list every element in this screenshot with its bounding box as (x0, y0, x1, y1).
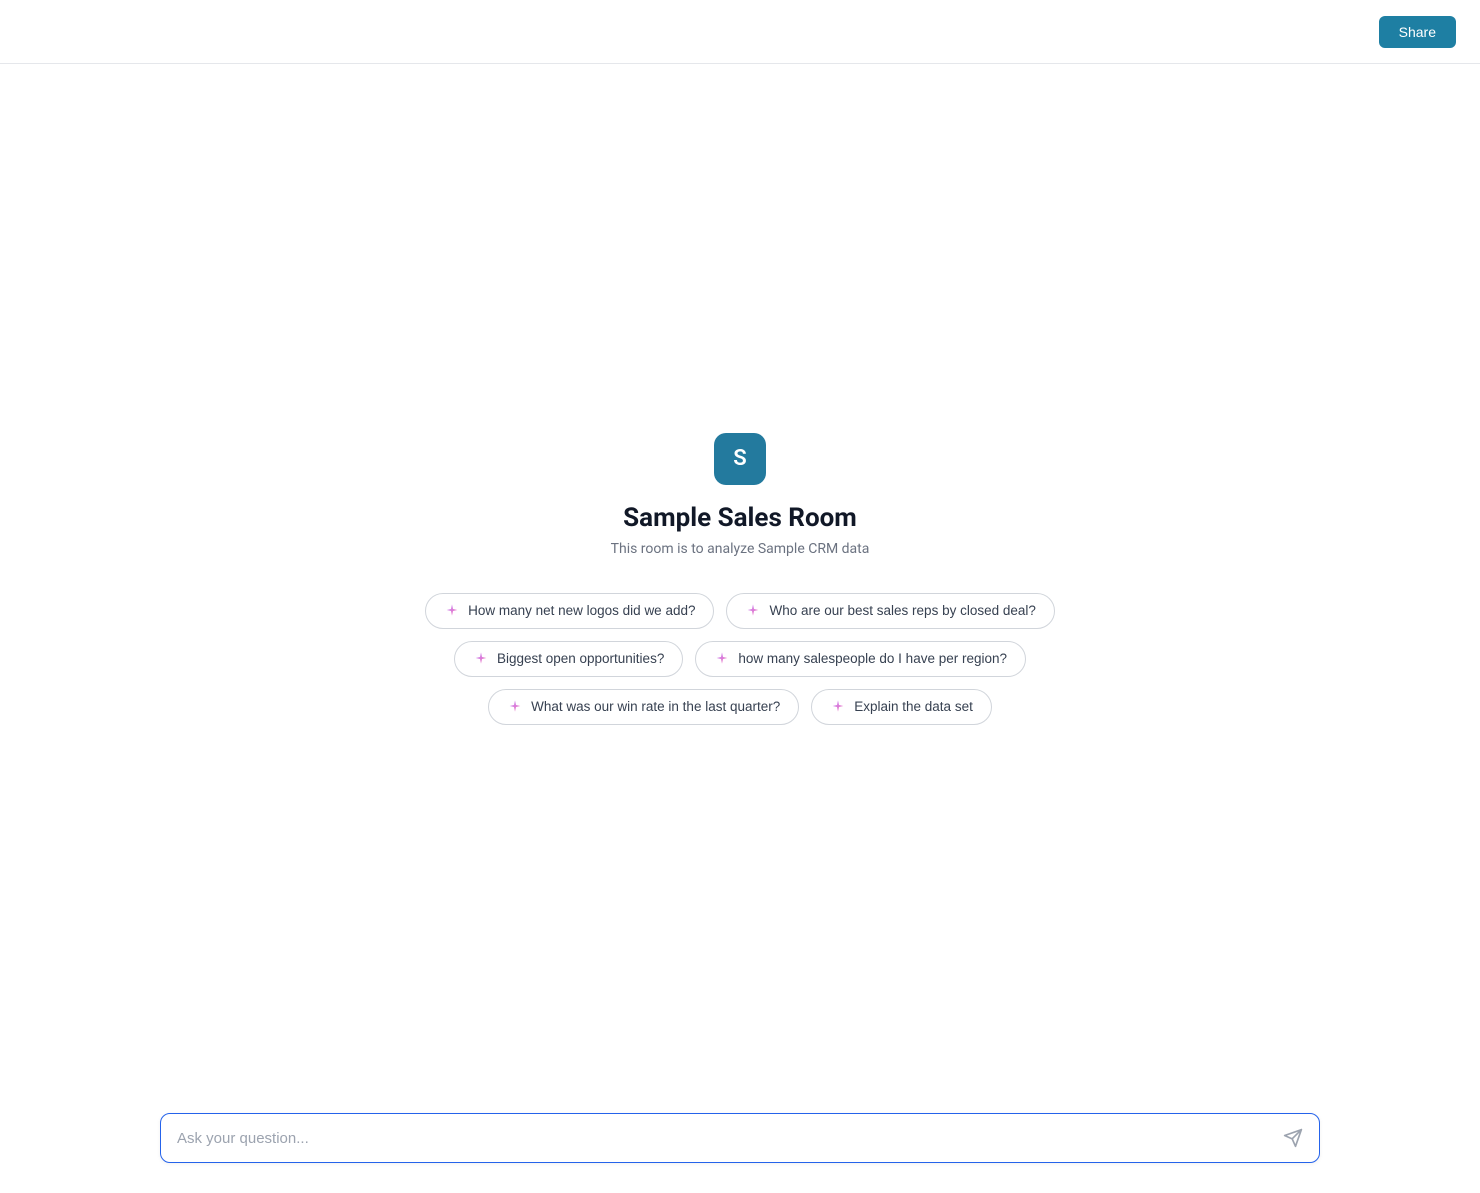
suggestion-row-1: How many net new logos did we add? Who a… (425, 593, 1055, 629)
sparkle-icon-3 (473, 651, 489, 667)
suggestion-btn-logos[interactable]: How many net new logos did we add? (425, 593, 714, 629)
suggestion-label-logos: How many net new logos did we add? (468, 603, 695, 618)
suggestion-btn-explain-dataset[interactable]: Explain the data set (811, 689, 992, 725)
suggestions-container: How many net new logos did we add? Who a… (425, 593, 1055, 725)
suggestion-label-explain-dataset: Explain the data set (854, 699, 973, 714)
suggestion-label-opportunities: Biggest open opportunities? (497, 651, 664, 666)
bottom-bar (0, 1093, 1480, 1193)
sparkle-icon-4 (714, 651, 730, 667)
room-icon: S (714, 433, 766, 485)
sparkle-icon-2 (745, 603, 761, 619)
sparkle-icon-6 (830, 699, 846, 715)
suggestion-btn-win-rate[interactable]: What was our win rate in the last quarte… (488, 689, 799, 725)
question-input[interactable] (177, 1130, 1283, 1147)
input-container (160, 1113, 1320, 1163)
suggestion-label-sales-reps: Who are our best sales reps by closed de… (769, 603, 1035, 618)
suggestion-row-2: Biggest open opportunities? how many sal… (454, 641, 1026, 677)
send-button[interactable] (1283, 1128, 1303, 1148)
suggestion-label-salespeople-region: how many salespeople do I have per regio… (738, 651, 1007, 666)
send-icon (1283, 1128, 1303, 1148)
share-button[interactable]: Share (1379, 16, 1456, 48)
main-content: S Sample Sales Room This room is to anal… (0, 64, 1480, 1093)
sparkle-icon (444, 603, 460, 619)
room-description: This room is to analyze Sample CRM data (611, 541, 870, 557)
suggestion-btn-opportunities[interactable]: Biggest open opportunities? (454, 641, 683, 677)
room-icon-letter: S (733, 446, 746, 471)
sparkle-icon-5 (507, 699, 523, 715)
suggestion-btn-sales-reps[interactable]: Who are our best sales reps by closed de… (726, 593, 1054, 629)
suggestion-row-3: What was our win rate in the last quarte… (488, 689, 992, 725)
header: Share (0, 0, 1480, 64)
room-title: Sample Sales Room (623, 503, 857, 533)
suggestion-btn-salespeople-region[interactable]: how many salespeople do I have per regio… (695, 641, 1026, 677)
suggestion-label-win-rate: What was our win rate in the last quarte… (531, 699, 780, 714)
